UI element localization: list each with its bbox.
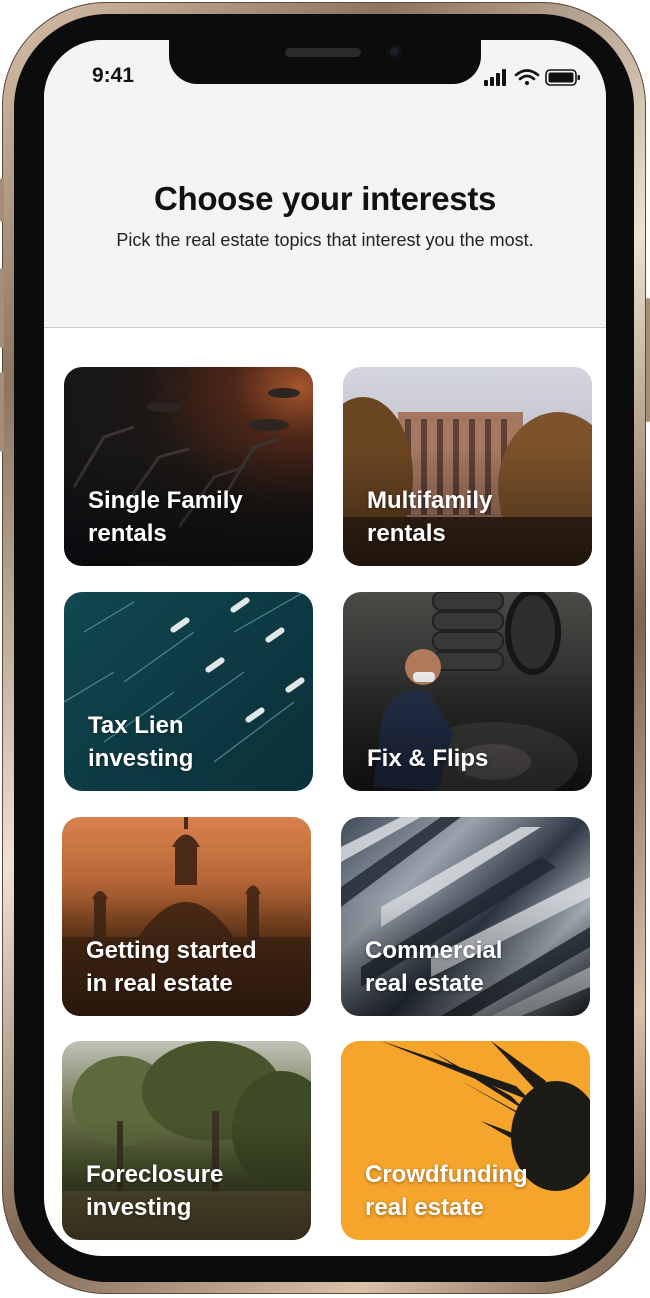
card-label: Getting started in real estate xyxy=(86,937,257,997)
speaker-grille xyxy=(285,48,361,57)
page-title: Choose your interests xyxy=(153,180,497,217)
mute-switch xyxy=(0,178,4,222)
status-time: 9:41 xyxy=(92,64,135,87)
card-label: Commercial real estate xyxy=(365,937,503,997)
page-subtitle: Pick the real estate topics that interes… xyxy=(116,230,534,250)
signal-icon xyxy=(484,69,506,86)
card-label: Single Family rentals xyxy=(88,487,243,547)
interest-card-multifamily[interactable]: Multifamily rentals xyxy=(343,367,592,566)
status-icons xyxy=(484,69,580,86)
power-button xyxy=(646,298,650,422)
interest-card-foreclosure[interactable]: Foreclosure investing xyxy=(62,1041,311,1240)
interest-card-tax-lien[interactable]: Tax Lien investing xyxy=(64,592,313,791)
front-camera xyxy=(387,44,402,59)
interest-card-fix-flips[interactable]: Fix & Flips xyxy=(343,592,592,791)
volume-down-button xyxy=(0,372,4,452)
card-label: Foreclosure investing xyxy=(86,1161,224,1221)
card-label: Fix & Flips xyxy=(367,745,489,772)
card-label: Multifamily rentals xyxy=(367,487,493,547)
interest-card-getting-started[interactable]: Getting started in real estate xyxy=(62,817,311,1016)
interest-card-single-family[interactable]: Single Family rentals xyxy=(64,367,313,566)
battery-icon xyxy=(545,69,580,86)
volume-up-button xyxy=(0,268,4,348)
app-screen: 9:41 Choose your interests Pick the real… xyxy=(44,40,606,1256)
interest-card-crowdfunding[interactable]: Crowdfunding real estate xyxy=(341,1041,590,1240)
notch xyxy=(169,40,481,84)
card-label: Crowdfunding real estate xyxy=(365,1161,528,1221)
card-label: Tax Lien investing xyxy=(88,712,194,772)
wifi-icon xyxy=(514,69,540,85)
interest-card-commercial[interactable]: Commercial real estate xyxy=(341,817,590,1016)
